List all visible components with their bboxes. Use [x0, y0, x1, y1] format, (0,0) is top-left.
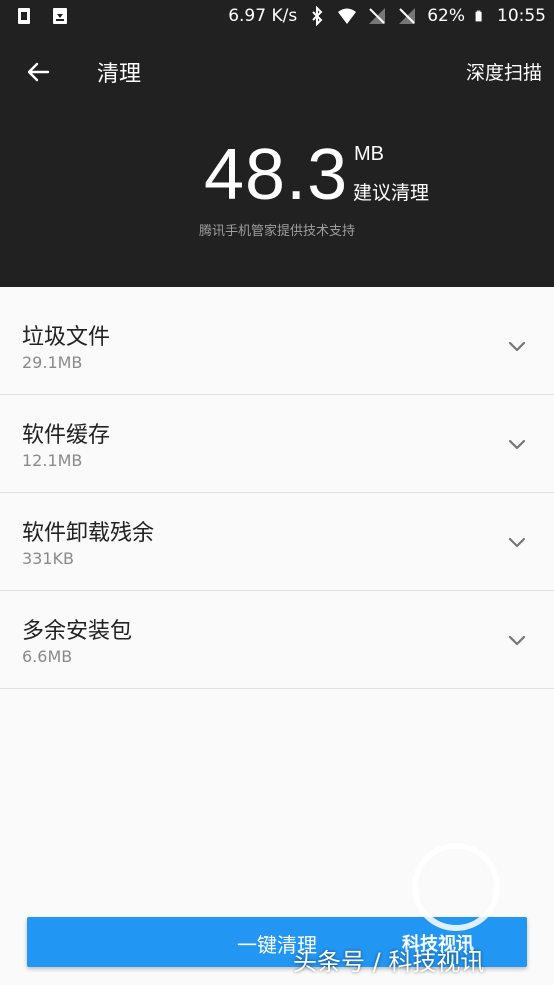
category-size: 29.1MB: [22, 353, 83, 372]
category-title: 软件卸载残余: [22, 521, 155, 546]
category-title: 软件缓存: [22, 423, 111, 448]
page-title: 清理: [97, 62, 142, 87]
network-speed: 6.97 K/s: [228, 6, 298, 26]
header: 6.97 K/s 62% 10:55 清理 深度扫描 48.3 MB 建议清理 …: [0, 0, 554, 287]
chevron-down-icon[interactable]: [506, 335, 528, 357]
deep-scan-button[interactable]: 深度扫描: [466, 58, 542, 85]
battery-icon: [475, 10, 482, 22]
category-title: 垃圾文件: [22, 325, 111, 350]
category-title: 多余安装包: [22, 619, 133, 644]
category-list: 垃圾文件 29.1MB 软件缓存 12.1MB 软件卸载残余 331KB 多余安…: [0, 297, 554, 689]
download-icon: [53, 8, 67, 24]
junk-size-value: 48.3: [204, 135, 349, 215]
no-signal-icon: [399, 8, 416, 24]
chevron-down-icon[interactable]: [506, 433, 528, 455]
junk-size-unit: MB: [354, 143, 384, 165]
watermark-text: 头条号 / 科技视讯: [293, 948, 485, 976]
status-bar: 6.97 K/s 62% 10:55: [0, 0, 554, 34]
provider-note: 腾讯手机管家提供技术支持: [198, 224, 355, 239]
chevron-down-icon[interactable]: [506, 629, 528, 651]
bluetooth-icon: [312, 6, 323, 26]
category-uninstall-residue[interactable]: 软件卸载残余 331KB: [0, 493, 554, 591]
app-bar: 清理 深度扫描: [0, 44, 554, 100]
category-size: 331KB: [22, 549, 75, 568]
watermark-logo: [412, 843, 500, 931]
battery-percent: 62%: [427, 6, 465, 26]
wifi-icon: [338, 8, 357, 24]
chevron-down-icon[interactable]: [506, 531, 528, 553]
sim-card-icon: [18, 8, 30, 24]
back-arrow-icon[interactable]: [22, 56, 54, 88]
category-size: 12.1MB: [22, 451, 83, 470]
category-junk-files[interactable]: 垃圾文件 29.1MB: [0, 297, 554, 395]
clock: 10:55: [497, 6, 546, 26]
category-app-cache[interactable]: 软件缓存 12.1MB: [0, 395, 554, 493]
category-redundant-packages[interactable]: 多余安装包 6.6MB: [0, 591, 554, 689]
no-signal-icon: [369, 8, 386, 24]
suggest-clean-label: 建议清理: [353, 182, 430, 204]
category-size: 6.6MB: [22, 647, 73, 666]
